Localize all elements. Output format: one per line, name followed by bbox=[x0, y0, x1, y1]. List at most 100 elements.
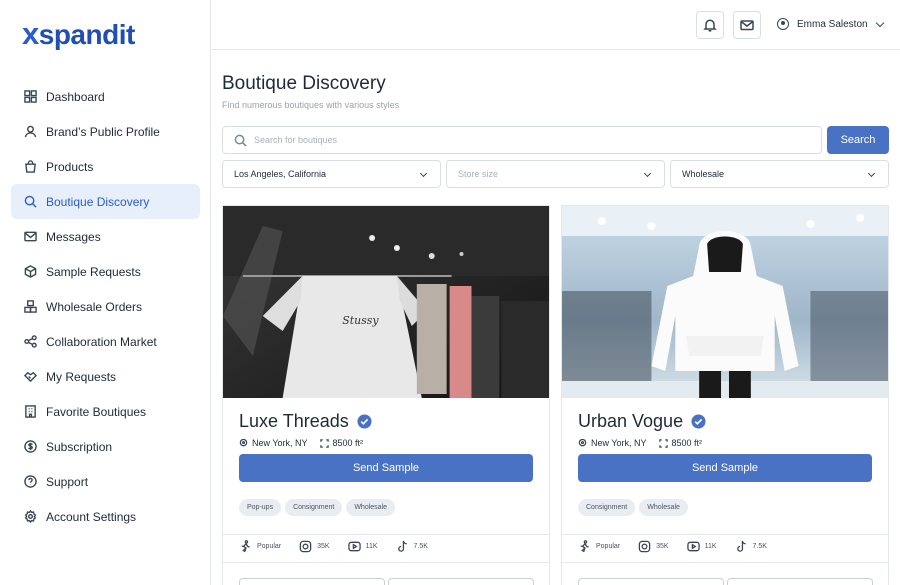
store-size-select[interactable]: Store size bbox=[446, 160, 665, 188]
verified-badge-icon bbox=[357, 414, 372, 429]
boutique-name[interactable]: Luxe Threads bbox=[239, 411, 533, 432]
sidebar-item-public-profile[interactable]: Brand’s Public Profile bbox=[11, 114, 200, 149]
popular-label: Popular bbox=[596, 543, 621, 550]
sidebar-item-label: Collaboration Market bbox=[46, 334, 157, 349]
area-icon bbox=[319, 438, 329, 448]
card-action-button[interactable] bbox=[239, 578, 385, 585]
messages-button[interactable] bbox=[733, 11, 761, 39]
svg-text:Stussy: Stussy bbox=[342, 314, 379, 327]
help-icon bbox=[23, 475, 37, 489]
sidebar-item-label: Support bbox=[46, 474, 89, 489]
search-icon bbox=[23, 195, 37, 209]
sidebar-item-boutique-discovery[interactable]: Boutique Discovery bbox=[11, 184, 200, 219]
sidebar-item-wholesale-orders[interactable]: Wholesale Orders bbox=[11, 289, 200, 324]
avatar bbox=[777, 18, 789, 30]
type-value: Wholesale bbox=[682, 169, 725, 179]
sidebar-item-label: Products bbox=[46, 159, 94, 174]
boutique-photo[interactable]: Stussy bbox=[223, 206, 549, 398]
sidebar-item-dashboard[interactable]: Dashboard bbox=[11, 79, 200, 114]
boutique-meta: New York, NY 8500 ft² bbox=[239, 438, 533, 448]
tag: Pop-ups bbox=[239, 499, 282, 516]
sidebar: xspandit Dashboard Brand’s Public Profil… bbox=[0, 0, 211, 585]
divider bbox=[562, 534, 888, 535]
boutique-name[interactable]: Urban Vogue bbox=[578, 411, 872, 432]
store-size-placeholder: Store size bbox=[458, 169, 499, 179]
card-action-button[interactable] bbox=[727, 578, 873, 585]
sidebar-item-products[interactable]: Products bbox=[11, 149, 200, 184]
sidebar-item-subscription[interactable]: Subscription bbox=[11, 429, 200, 464]
type-select[interactable]: Wholesale bbox=[670, 160, 889, 188]
sidebar-item-label: Favorite Boutiques bbox=[46, 404, 147, 419]
tag: Wholesale bbox=[346, 499, 396, 516]
location-value: Los Angeles, California bbox=[234, 169, 327, 179]
sidebar-item-favorite-boutiques[interactable]: Favorite Boutiques bbox=[11, 394, 200, 429]
tiktok-stat[interactable]: 7.5K bbox=[735, 540, 767, 553]
tag: Wholesale bbox=[639, 499, 688, 516]
area-icon bbox=[658, 438, 668, 448]
sidebar-item-collaboration-market[interactable]: Collaboration Market bbox=[11, 324, 200, 359]
boutique-name-text: Luxe Threads bbox=[239, 411, 349, 431]
boxes-icon bbox=[23, 300, 37, 314]
sidebar-item-label: Subscription bbox=[46, 439, 113, 454]
location-pin-icon bbox=[239, 438, 248, 446]
boutique-meta: New York, NY 8500 ft² bbox=[578, 438, 872, 448]
boutique-card[interactable]: Urban Vogue New York, NY 8500 ft² Send S… bbox=[561, 205, 889, 585]
share-icon bbox=[23, 335, 37, 349]
send-sample-button[interactable]: Send Sample bbox=[239, 454, 533, 482]
tiktok-count: 7.5K bbox=[413, 543, 428, 550]
tag-list: Consignment Wholesale bbox=[578, 499, 872, 516]
boutique-card[interactable]: Stussy Luxe Threads New York, NY 8500 ft… bbox=[222, 205, 550, 585]
youtube-icon bbox=[686, 541, 700, 552]
building-icon bbox=[23, 405, 37, 419]
tiktok-count: 7.5K bbox=[752, 543, 767, 550]
tiktok-icon bbox=[736, 540, 746, 552]
sidebar-item-label: Dashboard bbox=[46, 89, 105, 104]
card-action-button[interactable] bbox=[388, 578, 534, 585]
brand-logo[interactable]: xspandit bbox=[22, 16, 135, 52]
search-icon bbox=[234, 134, 247, 147]
tiktok-icon bbox=[397, 540, 407, 552]
sidebar-nav: Dashboard Brand’s Public Profile Product… bbox=[11, 79, 200, 534]
bell-icon bbox=[703, 19, 717, 32]
sidebar-item-label: Messages bbox=[46, 229, 101, 244]
instagram-stat[interactable]: 35K bbox=[638, 540, 669, 553]
card-action-button[interactable] bbox=[578, 578, 724, 585]
divider bbox=[223, 534, 549, 535]
search-input[interactable] bbox=[254, 135, 794, 145]
sidebar-item-label: Wholesale Orders bbox=[46, 299, 143, 314]
chevron-down-icon bbox=[643, 169, 652, 178]
mail-icon bbox=[740, 20, 754, 31]
running-person-icon bbox=[241, 540, 250, 553]
instagram-count: 35K bbox=[656, 543, 669, 550]
sidebar-item-support[interactable]: Support bbox=[11, 464, 200, 499]
running-person-icon bbox=[580, 540, 589, 553]
boutique-photo[interactable] bbox=[562, 206, 888, 398]
youtube-count: 11K bbox=[365, 543, 378, 550]
boutique-name-text: Urban Vogue bbox=[578, 411, 684, 431]
chevron-down-icon bbox=[875, 18, 884, 27]
location-select[interactable]: Los Angeles, California bbox=[222, 160, 441, 188]
youtube-stat[interactable]: 11K bbox=[347, 540, 378, 553]
sidebar-item-sample-requests[interactable]: Sample Requests bbox=[11, 254, 200, 289]
popular-stat: Popular bbox=[239, 540, 281, 553]
send-sample-button[interactable]: Send Sample bbox=[578, 454, 872, 482]
sidebar-item-label: Account Settings bbox=[46, 509, 137, 524]
sidebar-item-messages[interactable]: Messages bbox=[11, 219, 200, 254]
user-menu[interactable]: Emma Saleston bbox=[777, 18, 884, 30]
notifications-button[interactable] bbox=[696, 11, 724, 39]
search-button[interactable]: Search bbox=[827, 126, 889, 154]
chevron-down-icon bbox=[867, 169, 876, 178]
divider bbox=[562, 562, 888, 563]
tiktok-stat[interactable]: 7.5K bbox=[396, 540, 428, 553]
sidebar-item-my-requests[interactable]: My Requests bbox=[11, 359, 200, 394]
instagram-count: 35K bbox=[317, 543, 330, 550]
instagram-stat[interactable]: 35K bbox=[299, 540, 330, 553]
search-box bbox=[222, 126, 822, 154]
boutique-location: New York, NY bbox=[591, 438, 647, 448]
page-subtitle: Find numerous boutiques with various sty… bbox=[222, 100, 400, 110]
youtube-stat[interactable]: 11K bbox=[686, 540, 717, 553]
settings-icon bbox=[23, 510, 37, 524]
sidebar-item-account-settings[interactable]: Account Settings bbox=[11, 499, 200, 534]
youtube-icon bbox=[347, 541, 361, 552]
instagram-icon bbox=[638, 540, 651, 553]
